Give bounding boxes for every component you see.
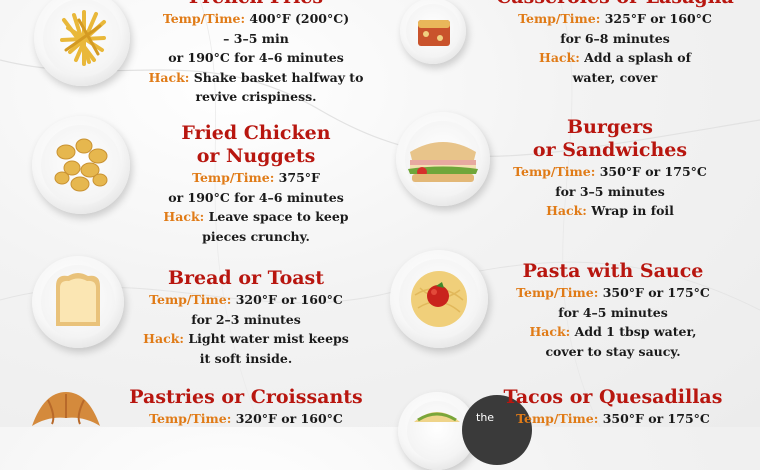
hack-label: Hack:	[529, 324, 571, 339]
hack-label: Hack:	[143, 331, 184, 346]
nuggets-plate-image	[32, 116, 130, 214]
temp-time-label: Temp/Time:	[516, 285, 599, 300]
food-item-pastries: Pastries or Croissants Temp/Time: 320°F …	[116, 386, 376, 429]
food-item-casseroles: Casseroles or Lasagna Temp/Time: 325°F o…	[485, 0, 745, 87]
temp-time-value: 320°F or 160°C	[235, 292, 343, 307]
food-item-pasta: Pasta with Sauce Temp/Time: 350°F or 175…	[485, 260, 741, 361]
hack-value: Add a splash of	[584, 50, 691, 65]
temp-time-value: 350°F or 175°C	[599, 164, 707, 179]
temp-time-label: Temp/Time:	[162, 11, 246, 26]
detail-line: or 190°C for 4–6 minutes	[168, 189, 344, 205]
food-title: Casseroles or Lasagna	[485, 0, 745, 9]
detail-line: for 3–5 minutes	[555, 183, 665, 199]
food-item-french-fries: French Fries Temp/Time: 400°F (200°C) – …	[126, 0, 386, 107]
hack-value: Light water mist keeps	[188, 331, 349, 346]
food-item-tacos: Tacos or Quesadillas Temp/Time: 350°F or…	[480, 386, 746, 429]
temp-time-label: Temp/Time:	[513, 164, 596, 179]
hack-value: Add 1 tbsp water,	[574, 324, 697, 339]
lasagna-plate-image	[400, 0, 466, 64]
food-item-burgers: Burgers or Sandwiches Temp/Time: 350°F o…	[485, 116, 735, 221]
sandwich-plate-image	[396, 112, 490, 206]
temp-time-value: 320°F or 160°C	[235, 411, 343, 426]
detail-line: for 6–8 minutes	[560, 30, 670, 46]
hack-label: Hack:	[539, 50, 580, 65]
temp-time-value: 325°F or 160°C	[604, 11, 712, 26]
detail-line: for 2–3 minutes	[191, 311, 301, 327]
food-title: Bread or Toast	[167, 267, 325, 289]
croissant-image	[26, 386, 106, 436]
temp-time-label: Temp/Time:	[149, 292, 232, 307]
hack-label: Hack:	[148, 69, 190, 85]
food-title: Tacos or Quesadillas	[503, 386, 723, 408]
temp-time-label: Temp/Time:	[516, 411, 599, 426]
hack-label: Hack:	[163, 209, 205, 224]
temp-time-value: 350°F or 175°C	[602, 285, 710, 300]
detail-line: it soft inside.	[199, 350, 293, 366]
food-title: or Nuggets	[196, 145, 316, 167]
food-title: French Fries	[126, 0, 386, 9]
food-title: Fried Chicken	[181, 122, 331, 144]
hack-value: Wrap in foil	[591, 203, 674, 218]
detail-line: cover to stay saucy.	[545, 343, 681, 359]
food-title: Pastries or Croissants	[129, 386, 363, 408]
temp-time-value: 350°F or 175°C	[602, 411, 710, 426]
temp-time-label: Temp/Time:	[192, 170, 275, 185]
hack-value: Leave space to keep	[208, 209, 349, 224]
food-title: Burgers	[567, 116, 653, 138]
food-title: or Sandwiches	[532, 139, 688, 161]
temp-time-label: Temp/Time:	[518, 11, 601, 26]
french-fries-plate-image	[34, 0, 130, 86]
food-item-fried-chicken: Fried Chicken or Nuggets Temp/Time: 375°…	[126, 122, 386, 246]
detail-line: or 190°C for 4–6 minutes	[168, 50, 344, 65]
toast-plate-image	[32, 256, 124, 348]
detail-line: water, cover	[572, 69, 658, 85]
temp-time-value: 400°F (200°C)	[249, 11, 350, 26]
detail-line: revive crispiness.	[195, 89, 317, 104]
food-title: Pasta with Sauce	[522, 260, 704, 282]
hack-label: Hack:	[546, 203, 587, 218]
food-item-bread: Bread or Toast Temp/Time: 320°F or 160°C…	[116, 267, 376, 368]
hack-value: Shake basket halfway to	[193, 69, 364, 85]
temp-time-value: 375°F	[278, 170, 320, 185]
temp-time-label: Temp/Time:	[149, 411, 232, 426]
detail-line: pieces crunchy.	[202, 228, 310, 244]
detail-line: – 3–5 min	[223, 30, 289, 46]
detail-line: for 4–5 minutes	[558, 304, 668, 320]
pasta-plate-image	[390, 250, 488, 348]
